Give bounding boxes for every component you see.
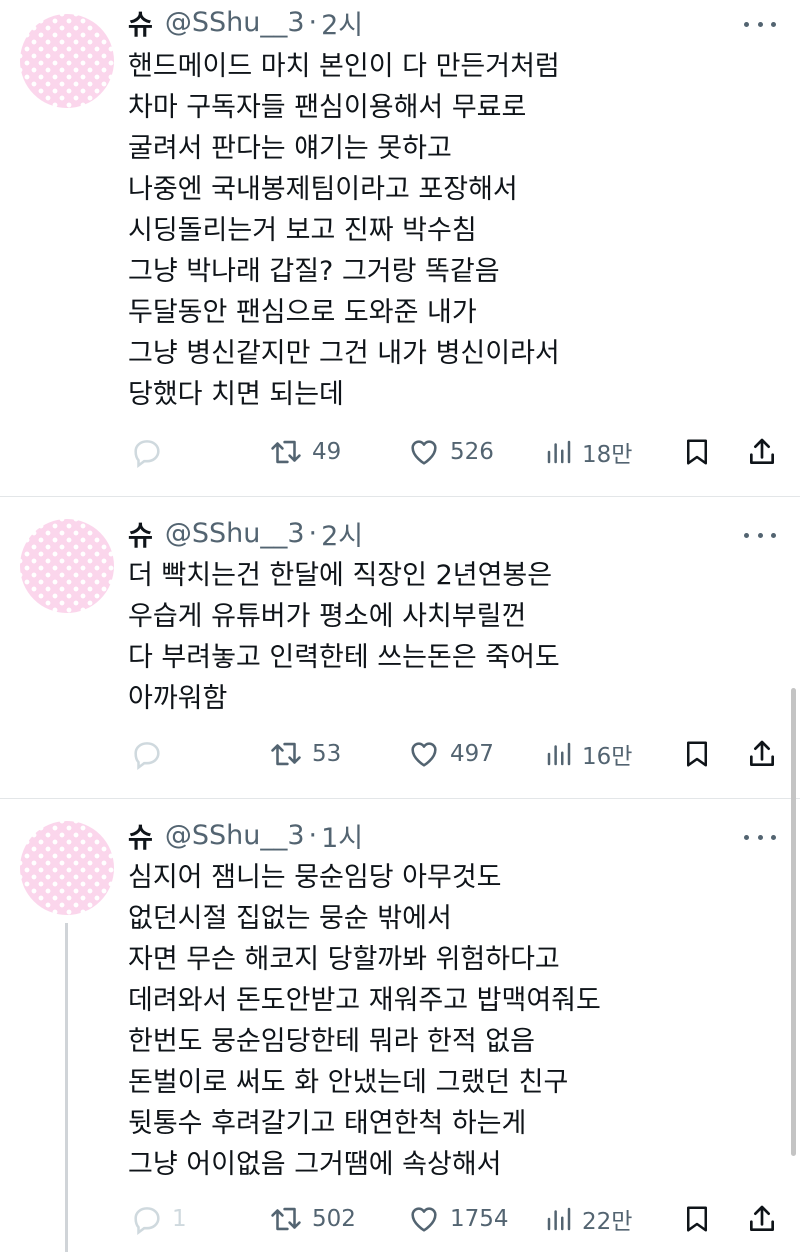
tweet-text: 심지어 잼니는 뭉순임당 아무것도 없던시절 집없는 뭉순 밖에서 자면 무슨 … bbox=[128, 857, 788, 1185]
share-icon bbox=[750, 1205, 774, 1231]
tweet-text-line: 자면 무슨 해코지 당할까봐 위험하다고 bbox=[128, 944, 560, 975]
tweet-text-line: 아까워함 bbox=[128, 683, 228, 714]
display-name[interactable]: 슈 bbox=[128, 816, 153, 855]
like-button[interactable]: 1754 bbox=[406, 1199, 509, 1239]
tweet-text-line: 굴려서 판다는 얘기는 못하고 bbox=[128, 133, 452, 164]
user-handle[interactable]: @SShu__3 bbox=[165, 820, 305, 851]
tweet-text-line: 더 빡치는건 한달에 직장인 2년연봉은 bbox=[128, 560, 553, 591]
user-handle[interactable]: @SShu__3 bbox=[165, 7, 305, 38]
bookmark-icon bbox=[687, 741, 707, 767]
views-button[interactable]: 22만 bbox=[544, 1199, 632, 1239]
share-button[interactable] bbox=[746, 432, 778, 472]
tweet-text-line: 당했다 치면 되는데 bbox=[128, 379, 344, 410]
bookmark-icon bbox=[687, 1206, 707, 1232]
bookmark-icon bbox=[687, 439, 707, 465]
tweet-header: 슈 @SShu__3 · 2시 bbox=[128, 2, 363, 42]
tweet-text-line: 나중엔 국내봉제팀이라고 포장해서 bbox=[128, 174, 518, 205]
more-icon[interactable] bbox=[744, 519, 776, 551]
avatar[interactable] bbox=[20, 519, 114, 613]
timestamp[interactable]: 2시 bbox=[321, 3, 363, 42]
tweet-1[interactable]: 슈 @SShu__3 · 2시 핸드메이드 마치 본인이 다 만든거처럼 차마 … bbox=[0, 0, 800, 496]
bookmark-button[interactable] bbox=[682, 1199, 712, 1239]
tweet-text-line: 한번도 뭉순임당한테 뭐라 한적 없음 bbox=[128, 1026, 535, 1057]
retweet-icon bbox=[271, 742, 301, 766]
separator-dot: · bbox=[308, 517, 318, 549]
views-icon bbox=[547, 440, 571, 464]
retweet-button[interactable]: 49 bbox=[268, 432, 341, 472]
share-icon bbox=[750, 438, 774, 464]
view-count: 18만 bbox=[582, 442, 633, 468]
tweet-2[interactable]: 슈 @SShu__3 · 2시 더 빡치는건 한달에 직장인 2년연봉은 우습게… bbox=[0, 497, 800, 798]
avatar[interactable] bbox=[20, 14, 114, 108]
tweet-text-line: 데려와서 돈도안받고 재워주고 밥맥여줘도 bbox=[128, 985, 601, 1016]
views-button[interactable]: 16만 bbox=[544, 734, 632, 774]
reply-button[interactable]: 1 bbox=[130, 1199, 187, 1239]
tweet-text-line: 그냥 병신같지만 그건 내가 병신이라서 bbox=[128, 338, 560, 369]
avatar[interactable] bbox=[20, 821, 114, 915]
retweet-icon bbox=[271, 1207, 301, 1231]
retweet-count: 49 bbox=[312, 439, 342, 465]
heart-icon bbox=[411, 440, 437, 465]
tweet-text-line: 그냥 어이없음 그거땜에 속상해서 bbox=[128, 1149, 502, 1180]
display-name[interactable]: 슈 bbox=[128, 3, 153, 42]
thread-connector bbox=[65, 923, 68, 1252]
retweet-count: 53 bbox=[312, 741, 342, 767]
tweet-actions: 1 502 1754 22만 bbox=[128, 1199, 780, 1239]
timestamp[interactable]: 2시 bbox=[321, 514, 363, 553]
reply-button[interactable] bbox=[130, 734, 172, 774]
retweet-button[interactable]: 502 bbox=[268, 1199, 356, 1239]
heart-icon bbox=[411, 1207, 437, 1232]
tweet-text-line: 다 부려놓고 인력한테 쓰는돈은 죽어도 bbox=[128, 642, 560, 673]
tweet-header: 슈 @SShu__3 · 1시 bbox=[128, 815, 363, 855]
view-count: 22만 bbox=[582, 1209, 633, 1235]
user-handle[interactable]: @SShu__3 bbox=[165, 518, 305, 549]
tweet-3[interactable]: 슈 @SShu__3 · 1시 심지어 잼니는 뭉순임당 아무것도 없던시절 집… bbox=[0, 799, 800, 1252]
separator-dot: · bbox=[308, 6, 318, 38]
views-button[interactable]: 18만 bbox=[544, 432, 632, 472]
tweet-text-line: 뒷통수 후려갈기고 태연한척 하는게 bbox=[128, 1108, 527, 1139]
reply-icon bbox=[134, 742, 160, 771]
scrollbar[interactable] bbox=[791, 688, 796, 1156]
share-button[interactable] bbox=[746, 734, 778, 774]
tweet-text-line: 그냥 박나래 갑질? 그거랑 똑같음 bbox=[128, 256, 500, 287]
tweet-text-line: 없던시절 집없는 뭉순 밖에서 bbox=[128, 903, 452, 934]
share-button[interactable] bbox=[746, 1199, 778, 1239]
reply-icon bbox=[134, 1207, 160, 1236]
share-icon bbox=[750, 740, 774, 766]
reply-icon bbox=[134, 440, 160, 469]
tweet-actions: 53 497 16만 bbox=[128, 734, 780, 774]
heart-icon bbox=[411, 742, 437, 767]
tweet-text-line: 두달동안 팬심으로 도와준 내가 bbox=[128, 297, 477, 328]
reply-count: 1 bbox=[172, 1206, 187, 1232]
like-button[interactable]: 497 bbox=[406, 734, 494, 774]
retweet-count: 502 bbox=[312, 1206, 356, 1232]
like-count: 526 bbox=[450, 439, 494, 465]
tweet-text-line: 차마 구독자들 팬심이용해서 무료로 bbox=[128, 92, 527, 123]
more-icon[interactable] bbox=[744, 821, 776, 853]
like-count: 497 bbox=[450, 741, 494, 767]
views-icon bbox=[547, 742, 571, 766]
tweet-text-line: 우습게 유튜버가 평소에 사치부릴껀 bbox=[128, 601, 527, 632]
tweet-text: 핸드메이드 마치 본인이 다 만든거처럼 차마 구독자들 팬심이용해서 무료로 … bbox=[128, 46, 788, 415]
more-icon[interactable] bbox=[744, 8, 776, 40]
separator-dot: · bbox=[308, 819, 318, 851]
bookmark-button[interactable] bbox=[682, 734, 712, 774]
tweet-text-line: 심지어 잼니는 뭉순임당 아무것도 bbox=[128, 862, 502, 893]
timestamp[interactable]: 1시 bbox=[321, 816, 363, 855]
tweet-text-line: 돈벌이로 써도 화 안냈는데 그랬던 친구 bbox=[128, 1067, 569, 1098]
view-count: 16만 bbox=[582, 744, 633, 770]
tweet-text-line: 시딩돌리는거 보고 진짜 박수침 bbox=[128, 215, 477, 246]
display-name[interactable]: 슈 bbox=[128, 514, 153, 553]
views-icon bbox=[547, 1207, 571, 1231]
tweet-text-line: 핸드메이드 마치 본인이 다 만든거처럼 bbox=[128, 51, 560, 82]
retweet-icon bbox=[271, 440, 301, 464]
retweet-button[interactable]: 53 bbox=[268, 734, 341, 774]
tweet-text: 더 빡치는건 한달에 직장인 2년연봉은 우습게 유튜버가 평소에 사치부릴껀 … bbox=[128, 555, 788, 719]
like-button[interactable]: 526 bbox=[406, 432, 494, 472]
reply-button[interactable] bbox=[130, 432, 172, 472]
like-count: 1754 bbox=[450, 1206, 509, 1232]
tweet-header: 슈 @SShu__3 · 2시 bbox=[128, 513, 363, 553]
tweet-actions: 49 526 18만 bbox=[128, 432, 780, 472]
bookmark-button[interactable] bbox=[682, 432, 712, 472]
